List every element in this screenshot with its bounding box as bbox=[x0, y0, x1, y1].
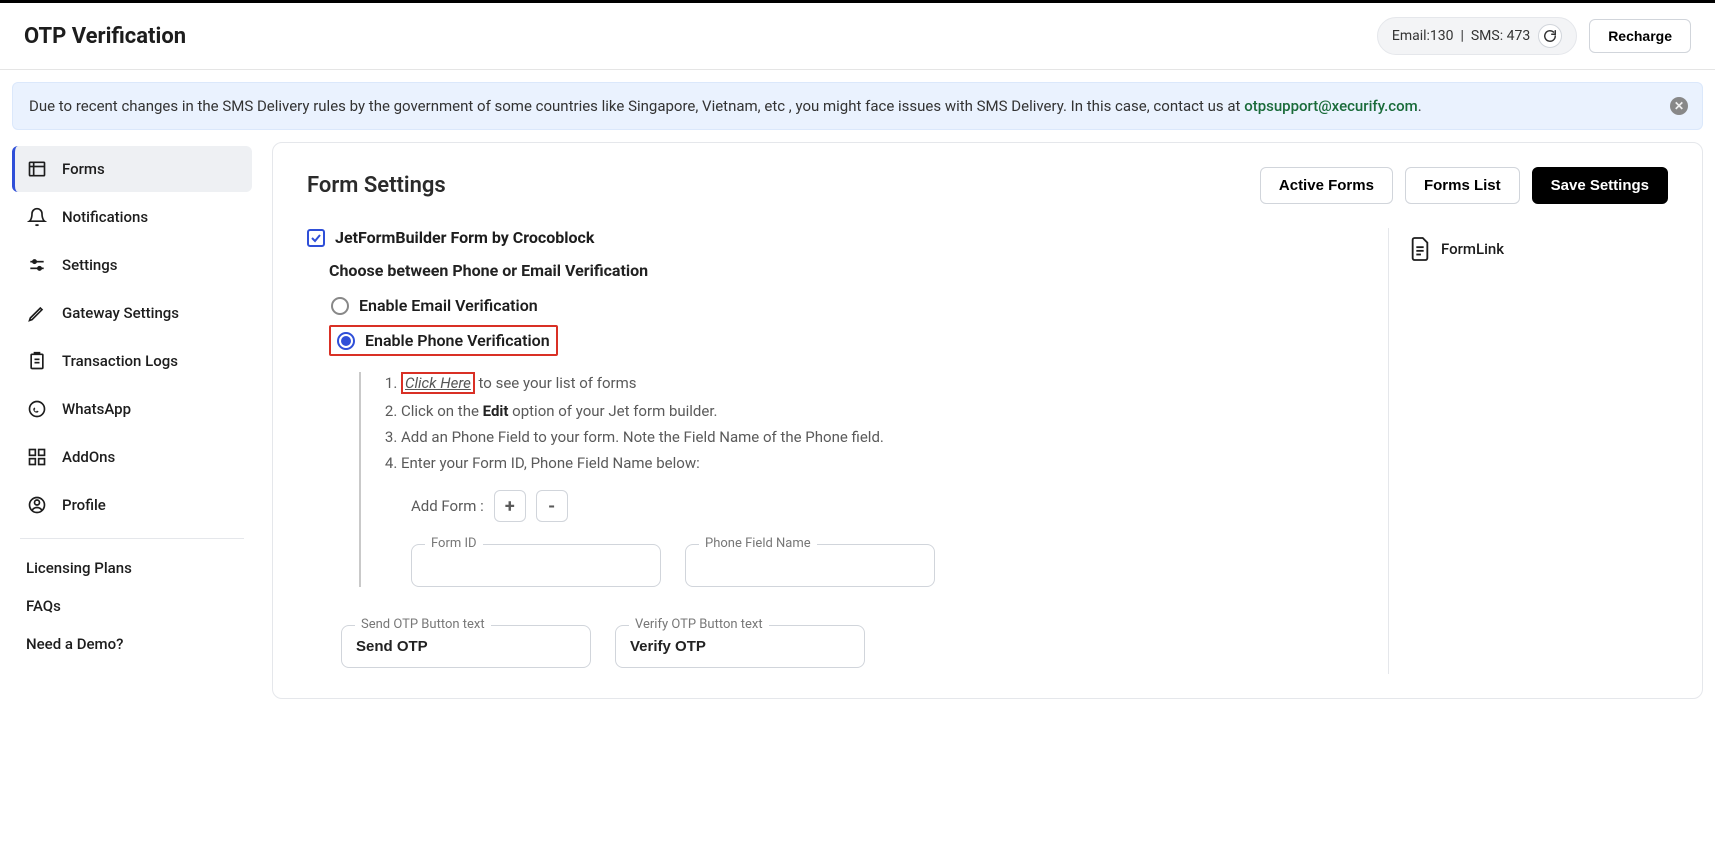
sidebar-item-label: WhatsApp bbox=[62, 400, 131, 418]
topbar: OTP Verification Email:130 | SMS: 473 Re… bbox=[0, 0, 1715, 70]
radio-phone-label: Enable Phone Verification bbox=[365, 331, 550, 350]
section-title: Choose between Phone or Email Verificati… bbox=[329, 261, 1368, 280]
checkbox-label: JetFormBuilder Form by Crocoblock bbox=[335, 228, 594, 247]
form-id-label: Form ID bbox=[425, 536, 483, 551]
form-body: JetFormBuilder Form by Crocoblock Choose… bbox=[307, 228, 1668, 674]
main-panel: Form Settings Active Forms Forms List Sa… bbox=[272, 142, 1703, 699]
sidebar-item-settings[interactable]: Settings bbox=[12, 242, 252, 288]
phone-field-wrap: Phone Field Name bbox=[685, 544, 935, 587]
sidebar-item-transaction-logs[interactable]: Transaction Logs bbox=[12, 338, 252, 384]
notice-text: Due to recent changes in the SMS Deliver… bbox=[29, 97, 1244, 115]
sidebar-item-label: Notifications bbox=[62, 208, 148, 226]
sidebar-item-addons[interactable]: AddOns bbox=[12, 434, 252, 480]
verify-otp-label: Verify OTP Button text bbox=[629, 617, 769, 632]
notice-link[interactable]: otpsupport@xecurify.com bbox=[1244, 97, 1418, 115]
sidebar-item-whatsapp[interactable]: WhatsApp bbox=[12, 386, 252, 432]
radio-email-label: Enable Email Verification bbox=[359, 296, 538, 315]
sidebar-item-label: AddOns bbox=[62, 448, 115, 466]
sidebar-item-forms[interactable]: Forms bbox=[12, 146, 252, 192]
formlink-item[interactable]: FormLink bbox=[1409, 236, 1668, 262]
forms-list-button[interactable]: Forms List bbox=[1405, 167, 1520, 204]
button-group: Active Forms Forms List Save Settings bbox=[1260, 167, 1668, 204]
form-left: JetFormBuilder Form by Crocoblock Choose… bbox=[307, 228, 1368, 674]
add-form-row: Add Form : + - bbox=[411, 490, 1368, 522]
instruction-step-1: Click Here to see your list of forms bbox=[401, 372, 1368, 394]
document-icon bbox=[1409, 236, 1431, 262]
sidebar-item-label: Forms bbox=[62, 160, 105, 178]
sliders-icon bbox=[26, 254, 48, 276]
sidebar-item-label: Gateway Settings bbox=[62, 304, 179, 322]
active-forms-button[interactable]: Active Forms bbox=[1260, 167, 1393, 204]
credits-text: Email:130 | SMS: 473 bbox=[1392, 28, 1530, 44]
sidebar-item-profile[interactable]: Profile bbox=[12, 482, 252, 528]
send-otp-label: Send OTP Button text bbox=[355, 617, 491, 632]
credits-pill: Email:130 | SMS: 473 bbox=[1377, 17, 1577, 55]
add-form-label: Add Form : bbox=[411, 497, 484, 515]
click-here-link[interactable]: Click Here bbox=[405, 374, 471, 392]
refresh-icon[interactable] bbox=[1538, 24, 1562, 48]
sidebar-item-label: Transaction Logs bbox=[62, 352, 178, 370]
topbar-right: Email:130 | SMS: 473 Recharge bbox=[1377, 17, 1691, 55]
sidebar-link-faqs[interactable]: FAQs bbox=[12, 587, 252, 625]
main-title: Form Settings bbox=[307, 173, 446, 198]
send-otp-field-wrap: Send OTP Button text bbox=[341, 625, 591, 668]
field-row-ids: Form ID Phone Field Name bbox=[411, 536, 1368, 587]
add-form-button[interactable]: + bbox=[494, 490, 526, 522]
sidebar-item-label: Profile bbox=[62, 496, 106, 514]
sidebar-link-demo[interactable]: Need a Demo? bbox=[12, 625, 252, 663]
profile-icon bbox=[26, 494, 48, 516]
phone-field-label: Phone Field Name bbox=[699, 536, 817, 551]
sidebar-item-label: Settings bbox=[62, 256, 118, 274]
radio-icon[interactable] bbox=[337, 332, 355, 350]
pencil-icon bbox=[26, 302, 48, 324]
checkbox-icon[interactable] bbox=[307, 229, 325, 247]
main-header: Form Settings Active Forms Forms List Sa… bbox=[307, 167, 1668, 204]
form-checkbox-row[interactable]: JetFormBuilder Form by Crocoblock bbox=[307, 228, 1368, 247]
verify-otp-field-wrap: Verify OTP Button text bbox=[615, 625, 865, 668]
sidebar: Forms Notifications Settings Gateway Set… bbox=[12, 142, 252, 699]
instruction-step-2: Click on the Edit option of your Jet for… bbox=[401, 402, 1368, 420]
instruction-step-4: Enter your Form ID, Phone Field Name bel… bbox=[401, 454, 1368, 472]
save-settings-button[interactable]: Save Settings bbox=[1532, 167, 1668, 204]
formlink-label: FormLink bbox=[1441, 240, 1504, 258]
sidebar-item-notifications[interactable]: Notifications bbox=[12, 194, 252, 240]
grid-icon bbox=[26, 446, 48, 468]
instruction-step-3: Add an Phone Field to your form. Note th… bbox=[401, 428, 1368, 446]
close-icon[interactable]: ✕ bbox=[1670, 97, 1688, 115]
form-icon bbox=[26, 158, 48, 180]
form-id-field-wrap: Form ID bbox=[411, 544, 661, 587]
remove-form-button[interactable]: - bbox=[536, 490, 568, 522]
radio-email-row[interactable]: Enable Email Verification bbox=[329, 290, 1368, 321]
field-row-otp: Send OTP Button text Verify OTP Button t… bbox=[341, 617, 1368, 668]
recharge-button[interactable]: Recharge bbox=[1589, 19, 1691, 53]
sidebar-link-licensing[interactable]: Licensing Plans bbox=[12, 549, 252, 587]
sidebar-divider bbox=[20, 538, 244, 539]
page-title: OTP Verification bbox=[24, 24, 186, 49]
bell-icon bbox=[26, 206, 48, 228]
verification-section: Choose between Phone or Email Verificati… bbox=[329, 261, 1368, 668]
radio-phone-row[interactable]: Enable Phone Verification bbox=[329, 325, 558, 356]
radio-icon[interactable] bbox=[331, 297, 349, 315]
clipboard-icon bbox=[26, 350, 48, 372]
form-right-panel: FormLink bbox=[1388, 228, 1668, 674]
layout: Forms Notifications Settings Gateway Set… bbox=[0, 142, 1715, 719]
whatsapp-icon bbox=[26, 398, 48, 420]
sidebar-item-gateway-settings[interactable]: Gateway Settings bbox=[12, 290, 252, 336]
notice-banner: Due to recent changes in the SMS Deliver… bbox=[12, 82, 1703, 130]
instructions: Click Here to see your list of forms Cli… bbox=[359, 372, 1368, 587]
